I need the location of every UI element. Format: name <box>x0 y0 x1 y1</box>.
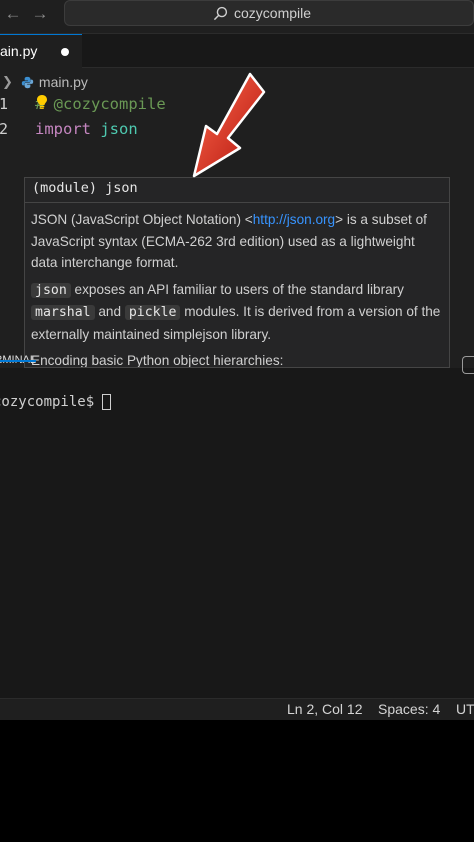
cursor-position[interactable]: Ln 2, Col 12 <box>287 701 363 717</box>
tab-terminal[interactable]: TERMINAL <box>0 354 36 377</box>
inline-code-marshal: marshal <box>31 305 95 320</box>
breadcrumb[interactable]: ❯ main.py <box>0 72 88 92</box>
tab-bar: ain.py <box>0 34 474 68</box>
empty-black-area <box>0 720 474 842</box>
chevron-right-icon: ❯ <box>2 74 13 89</box>
hover-tooltip: (module) json JSON (JavaScript Object No… <box>24 177 450 368</box>
line-number: 1 <box>0 95 9 113</box>
terminal-icon[interactable] <box>462 356 474 374</box>
json-org-link[interactable]: http://json.org <box>253 212 335 227</box>
status-bar: Ln 2, Col 12 Spaces: 4 UTF-8 <box>0 698 474 721</box>
red-arrow-annotation <box>192 72 266 178</box>
code-line-2[interactable]: import json <box>35 120 138 138</box>
panel-header: TERMINAL <box>0 354 474 377</box>
hover-text: exposes an API familiar to users of the … <box>70 281 404 297</box>
hover-header: (module) json <box>25 178 449 203</box>
terminal-prompt-line[interactable]: cozycompile$ <box>0 394 112 410</box>
tab-main-py[interactable]: ain.py <box>0 34 82 68</box>
hover-text: JSON (JavaScript Object Notation) < <box>31 212 253 227</box>
inline-code-pickle: pickle <box>124 305 181 320</box>
command-center-search[interactable]: cozycompile <box>64 0 474 26</box>
hover-paragraph: Encoding basic Python object hierarchies… <box>31 353 284 368</box>
hover-body: JSON (JavaScript Object Notation) <http:… <box>25 203 449 368</box>
code-keyword: import <box>35 120 91 138</box>
lightbulb-icon[interactable] <box>35 94 49 110</box>
code-line-1[interactable]: # @cozycompile <box>35 95 166 113</box>
hover-paragraph: json exposes an API familiar to users of… <box>31 279 441 346</box>
terminal-panel[interactable]: TERMINAL cozycompile$ <box>0 354 474 698</box>
terminal-cursor <box>102 394 112 410</box>
encoding-clip: UTF-8 <box>456 699 474 721</box>
inline-code-json: json <box>31 282 71 298</box>
code-comment: # @cozycompile <box>35 95 166 113</box>
search-icon <box>213 6 228 20</box>
hover-paragraph: JSON (JavaScript Object Notation) <http:… <box>31 209 441 274</box>
file-encoding[interactable]: UTF-8 <box>456 701 474 721</box>
back-arrow-icon[interactable]: ← <box>4 5 22 23</box>
forward-arrow-icon[interactable]: → <box>31 5 49 23</box>
search-text: cozycompile <box>234 5 312 21</box>
code-module-name[interactable]: json <box>100 120 137 138</box>
python-file-icon <box>21 76 34 88</box>
breadcrumb-file[interactable]: main.py <box>39 74 88 90</box>
hover-text: and <box>94 304 125 319</box>
tab-label: ain.py <box>0 43 38 59</box>
terminal-prompt: cozycompile$ <box>0 394 95 410</box>
active-tab-indicator <box>0 360 36 362</box>
indentation-setting[interactable]: Spaces: 4 <box>378 701 440 717</box>
line-number: 2 <box>0 120 9 138</box>
unsaved-dot-icon[interactable] <box>61 48 69 56</box>
title-bar: ← → cozycompile <box>0 0 474 34</box>
